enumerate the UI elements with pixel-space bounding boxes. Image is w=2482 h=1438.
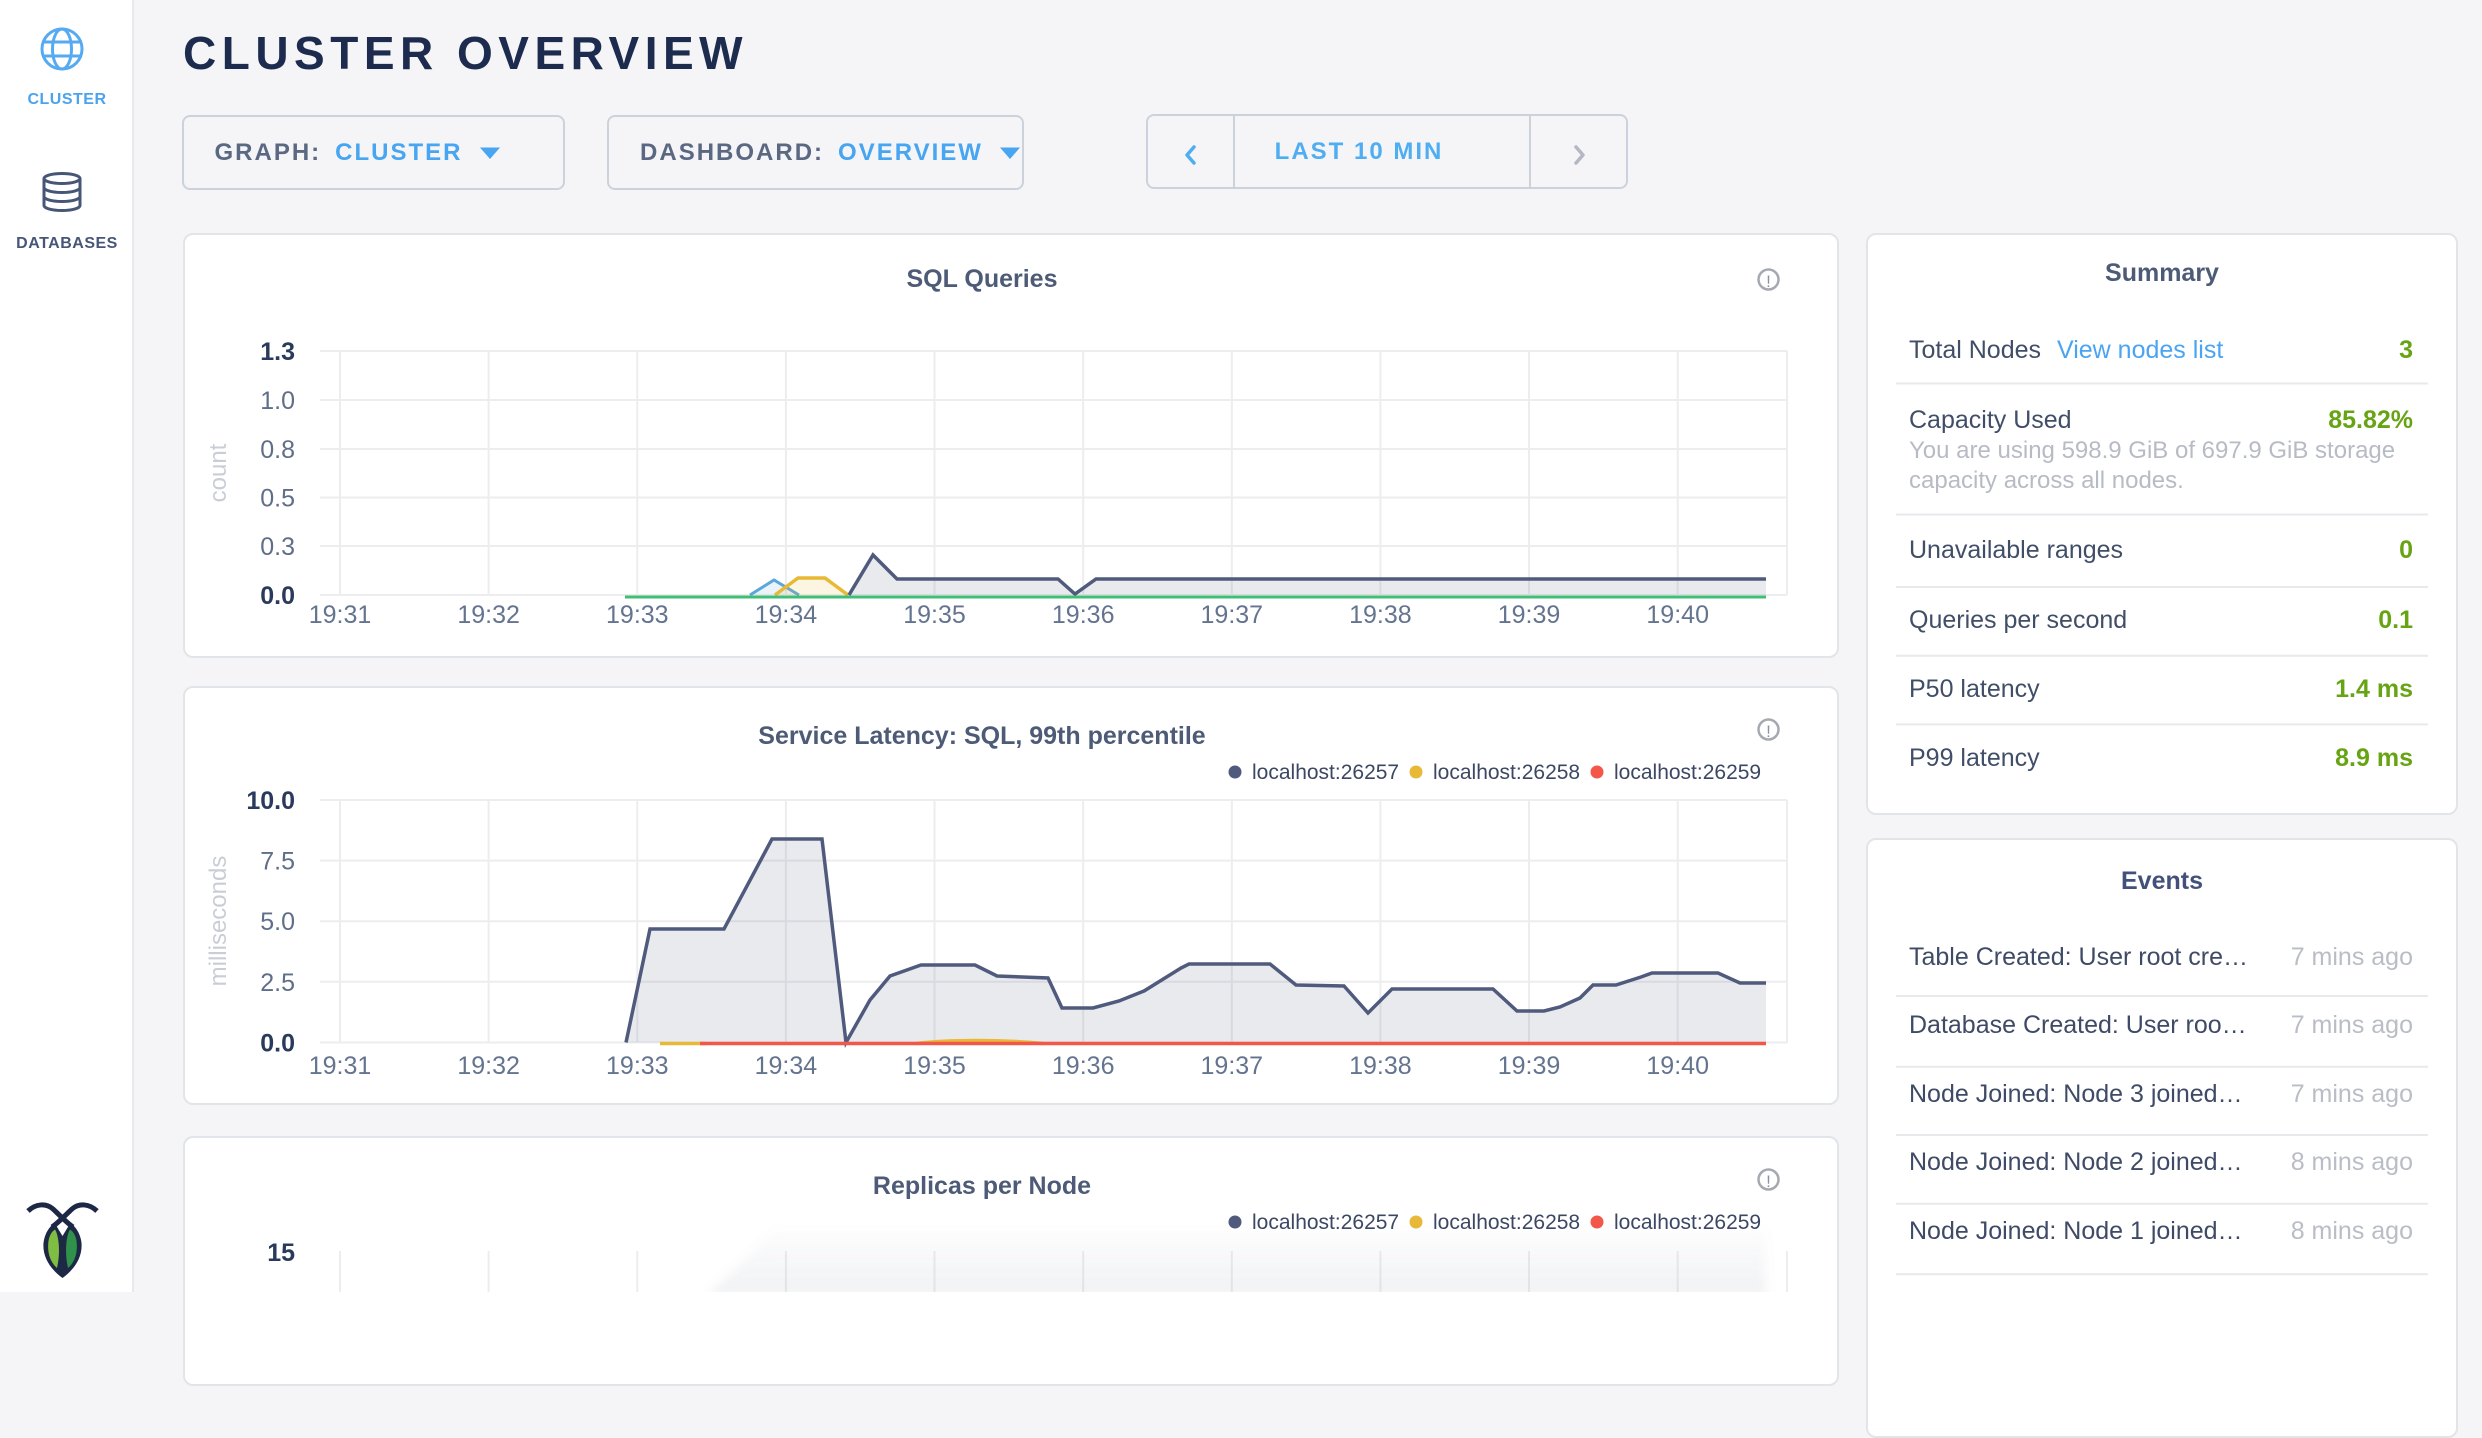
svg-text:5.0: 5.0: [260, 908, 295, 936]
svg-text:7 mins ago: 7 mins ago: [2291, 943, 2413, 971]
svg-text:0.3: 0.3: [260, 533, 295, 561]
svg-text:19:38: 19:38: [1349, 601, 1412, 629]
svg-text:19:31: 19:31: [309, 601, 372, 629]
svg-text:1.0: 1.0: [260, 387, 295, 415]
svg-text:Database Created: User roo…: Database Created: User roo…: [1909, 1011, 2247, 1039]
svg-text:!: !: [1766, 1172, 1771, 1191]
svg-text:View nodes list: View nodes list: [2057, 336, 2223, 364]
svg-text:19:32: 19:32: [457, 601, 520, 629]
svg-text:19:37: 19:37: [1201, 1052, 1264, 1080]
svg-text:19:34: 19:34: [755, 601, 818, 629]
svg-text:19:35: 19:35: [903, 601, 966, 629]
svg-text:Queries per second: Queries per second: [1909, 606, 2127, 634]
svg-text:19:39: 19:39: [1498, 601, 1561, 629]
svg-text:0.0: 0.0: [260, 582, 295, 610]
svg-text:Replicas per Node: Replicas per Node: [873, 1172, 1091, 1200]
svg-text:0: 0: [2399, 536, 2413, 564]
svg-text:7 mins ago: 7 mins ago: [2291, 1011, 2413, 1039]
svg-text:P99 latency: P99 latency: [1909, 744, 2040, 772]
svg-text:0.1: 0.1: [2378, 606, 2413, 634]
svg-text:milliseconds: milliseconds: [205, 856, 232, 987]
svg-text:Capacity Used: Capacity Used: [1909, 406, 2072, 434]
svg-text:8 mins ago: 8 mins ago: [2291, 1148, 2413, 1176]
svg-text:19:36: 19:36: [1052, 1052, 1115, 1080]
svg-text:0.8: 0.8: [260, 436, 295, 464]
svg-text:8 mins ago: 8 mins ago: [2291, 1217, 2413, 1245]
svg-text:19:33: 19:33: [606, 601, 669, 629]
svg-text:2.5: 2.5: [260, 969, 295, 997]
svg-text:10: 10: [267, 1288, 295, 1292]
svg-text:7 mins ago: 7 mins ago: [2291, 1080, 2413, 1108]
svg-text:P50 latency: P50 latency: [1909, 675, 2040, 703]
svg-text:count: count: [205, 443, 232, 502]
svg-text:1.3: 1.3: [260, 338, 295, 366]
svg-text:Events: Events: [2121, 867, 2203, 895]
svg-text:Unavailable ranges: Unavailable ranges: [1909, 536, 2123, 564]
svg-text:0.5: 0.5: [260, 485, 295, 513]
svg-text:Table Created: User root cre…: Table Created: User root cre…: [1909, 943, 2248, 971]
svg-text:Service Latency: SQL, 99th per: Service Latency: SQL, 99th percentile: [758, 722, 1205, 750]
svg-text:19:31: 19:31: [309, 1052, 372, 1080]
svg-text:SQL Queries: SQL Queries: [907, 265, 1058, 293]
svg-text:19:32: 19:32: [457, 1052, 520, 1080]
svg-text:85.82%: 85.82%: [2328, 406, 2413, 434]
svg-text:0.0: 0.0: [260, 1030, 295, 1058]
svg-text:Summary: Summary: [2105, 259, 2219, 287]
svg-text:1.4 ms: 1.4 ms: [2335, 675, 2413, 703]
svg-text:19:36: 19:36: [1052, 601, 1115, 629]
svg-text:19:40: 19:40: [1646, 1052, 1709, 1080]
svg-text:localhost:26257: localhost:26257: [1252, 761, 1399, 784]
svg-text:19:35: 19:35: [903, 1052, 966, 1080]
svg-text:Node Joined: Node 3 joined…: Node Joined: Node 3 joined…: [1909, 1080, 2243, 1108]
svg-text:Node Joined: Node 1 joined…: Node Joined: Node 1 joined…: [1909, 1217, 2243, 1245]
svg-text:localhost:26259: localhost:26259: [1614, 761, 1761, 784]
svg-text:10.0: 10.0: [246, 787, 295, 815]
svg-text:19:39: 19:39: [1498, 1052, 1561, 1080]
svg-text:capacity across all nodes.: capacity across all nodes.: [1909, 467, 2184, 494]
svg-text:Total Nodes: Total Nodes: [1909, 336, 2041, 364]
svg-text:19:37: 19:37: [1201, 601, 1264, 629]
svg-text:19:38: 19:38: [1349, 1052, 1412, 1080]
svg-text:15: 15: [267, 1239, 295, 1267]
svg-text:3: 3: [2399, 336, 2413, 364]
svg-text:19:40: 19:40: [1646, 601, 1709, 629]
svg-text:19:34: 19:34: [755, 1052, 818, 1080]
svg-text:!: !: [1766, 272, 1771, 291]
svg-text:8.9 ms: 8.9 ms: [2335, 744, 2413, 772]
svg-text:7.5: 7.5: [260, 848, 295, 876]
svg-text:You are using 598.9 GiB of 697: You are using 598.9 GiB of 697.9 GiB sto…: [1909, 437, 2395, 464]
svg-text:Node Joined: Node 2 joined…: Node Joined: Node 2 joined…: [1909, 1148, 2243, 1176]
svg-text:!: !: [1766, 722, 1771, 741]
svg-text:19:33: 19:33: [606, 1052, 669, 1080]
svg-text:localhost:26258: localhost:26258: [1433, 761, 1580, 784]
